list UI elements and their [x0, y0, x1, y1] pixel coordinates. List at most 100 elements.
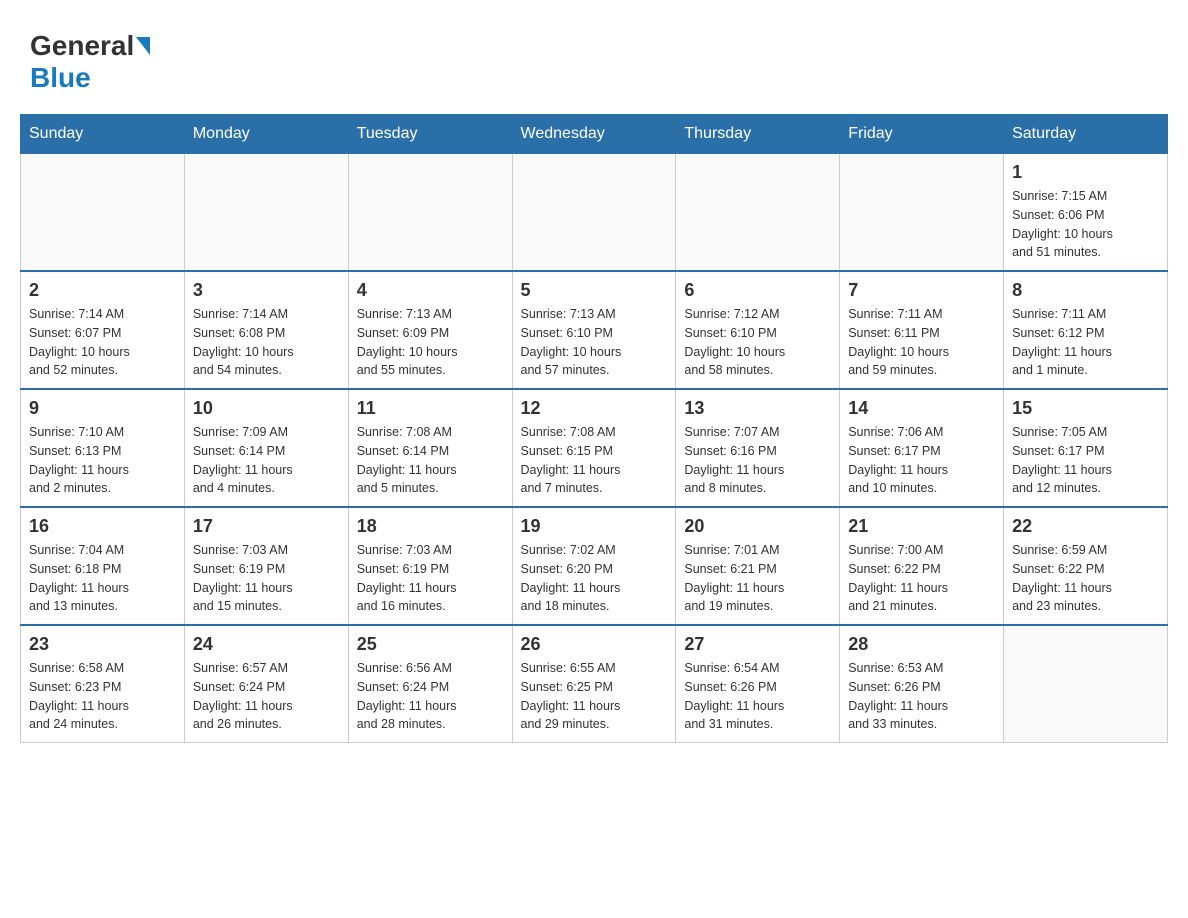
- day-header-wednesday: Wednesday: [512, 115, 676, 154]
- day-number: 28: [848, 634, 995, 655]
- day-info: Sunrise: 6:57 AMSunset: 6:24 PMDaylight:…: [193, 659, 340, 734]
- calendar-cell: [21, 154, 185, 272]
- calendar-cell: [512, 154, 676, 272]
- calendar-cell: 16 Sunrise: 7:04 AMSunset: 6:18 PMDayligh…: [21, 507, 185, 625]
- calendar-cell: 20 Sunrise: 7:01 AMSunset: 6:21 PMDayligh…: [676, 507, 840, 625]
- calendar-cell: 28 Sunrise: 6:53 AMSunset: 6:26 PMDayligh…: [840, 625, 1004, 743]
- day-info: Sunrise: 7:10 AMSunset: 6:13 PMDaylight:…: [29, 423, 176, 498]
- calendar-cell: 13 Sunrise: 7:07 AMSunset: 6:16 PMDayligh…: [676, 389, 840, 507]
- calendar-cell: 8 Sunrise: 7:11 AMSunset: 6:12 PMDaylight…: [1004, 271, 1168, 389]
- day-number: 21: [848, 516, 995, 537]
- calendar-cell: 14Sunrise: 7:06 AMSunset: 6:17 PMDayligh…: [840, 389, 1004, 507]
- day-info: Sunrise: 7:00 AMSunset: 6:22 PMDaylight:…: [848, 541, 995, 616]
- day-number: 14: [848, 398, 995, 419]
- calendar-cell: 19 Sunrise: 7:02 AMSunset: 6:20 PMDayligh…: [512, 507, 676, 625]
- calendar-cell: 7Sunrise: 7:11 AMSunset: 6:11 PMDaylight…: [840, 271, 1004, 389]
- calendar-week-5: 23 Sunrise: 6:58 AMSunset: 6:23 PMDayligh…: [21, 625, 1168, 743]
- day-header-monday: Monday: [184, 115, 348, 154]
- day-number: 26: [521, 634, 668, 655]
- calendar-cell: 6 Sunrise: 7:12 AMSunset: 6:10 PMDaylight…: [676, 271, 840, 389]
- calendar-cell: [184, 154, 348, 272]
- day-info: Sunrise: 6:58 AMSunset: 6:23 PMDaylight:…: [29, 659, 176, 734]
- calendar-cell: 1 Sunrise: 7:15 AMSunset: 6:06 PMDaylight…: [1004, 154, 1168, 272]
- day-number: 11: [357, 398, 504, 419]
- day-info: Sunrise: 7:12 AMSunset: 6:10 PMDaylight:…: [684, 305, 831, 380]
- day-header-sunday: Sunday: [21, 115, 185, 154]
- day-info: Sunrise: 7:13 AMSunset: 6:09 PMDaylight:…: [357, 305, 504, 380]
- calendar-cell: 23 Sunrise: 6:58 AMSunset: 6:23 PMDayligh…: [21, 625, 185, 743]
- day-info: Sunrise: 7:08 AMSunset: 6:15 PMDaylight:…: [521, 423, 668, 498]
- day-number: 6: [684, 280, 831, 301]
- day-info: Sunrise: 6:59 AMSunset: 6:22 PMDaylight:…: [1012, 541, 1159, 616]
- day-info: Sunrise: 7:04 AMSunset: 6:18 PMDaylight:…: [29, 541, 176, 616]
- day-info: Sunrise: 7:14 AMSunset: 6:08 PMDaylight:…: [193, 305, 340, 380]
- day-number: 15: [1012, 398, 1159, 419]
- day-number: 24: [193, 634, 340, 655]
- calendar-table: SundayMondayTuesdayWednesdayThursdayFrid…: [20, 114, 1168, 743]
- day-info: Sunrise: 6:53 AMSunset: 6:26 PMDaylight:…: [848, 659, 995, 734]
- calendar-cell: 25Sunrise: 6:56 AMSunset: 6:24 PMDayligh…: [348, 625, 512, 743]
- calendar-week-2: 2 Sunrise: 7:14 AMSunset: 6:07 PMDaylight…: [21, 271, 1168, 389]
- day-number: 4: [357, 280, 504, 301]
- calendar-cell: 2 Sunrise: 7:14 AMSunset: 6:07 PMDaylight…: [21, 271, 185, 389]
- calendar-cell: 12 Sunrise: 7:08 AMSunset: 6:15 PMDayligh…: [512, 389, 676, 507]
- calendar-week-1: 1 Sunrise: 7:15 AMSunset: 6:06 PMDaylight…: [21, 154, 1168, 272]
- calendar-cell: 3 Sunrise: 7:14 AMSunset: 6:08 PMDaylight…: [184, 271, 348, 389]
- day-info: Sunrise: 7:14 AMSunset: 6:07 PMDaylight:…: [29, 305, 176, 380]
- day-info: Sunrise: 7:02 AMSunset: 6:20 PMDaylight:…: [521, 541, 668, 616]
- calendar-cell: [1004, 625, 1168, 743]
- day-info: Sunrise: 7:07 AMSunset: 6:16 PMDaylight:…: [684, 423, 831, 498]
- logo: General Blue: [30, 30, 152, 94]
- day-number: 16: [29, 516, 176, 537]
- calendar-cell: [840, 154, 1004, 272]
- day-number: 9: [29, 398, 176, 419]
- calendar-cell: 24 Sunrise: 6:57 AMSunset: 6:24 PMDayligh…: [184, 625, 348, 743]
- day-number: 19: [521, 516, 668, 537]
- calendar-cell: 4 Sunrise: 7:13 AMSunset: 6:09 PMDaylight…: [348, 271, 512, 389]
- day-number: 18: [357, 516, 504, 537]
- logo-general-text: General: [30, 30, 134, 62]
- days-header-row: SundayMondayTuesdayWednesdayThursdayFrid…: [21, 115, 1168, 154]
- day-info: Sunrise: 7:03 AMSunset: 6:19 PMDaylight:…: [357, 541, 504, 616]
- day-number: 13: [684, 398, 831, 419]
- day-info: Sunrise: 7:09 AMSunset: 6:14 PMDaylight:…: [193, 423, 340, 498]
- day-number: 2: [29, 280, 176, 301]
- day-info: Sunrise: 7:01 AMSunset: 6:21 PMDaylight:…: [684, 541, 831, 616]
- day-number: 10: [193, 398, 340, 419]
- day-number: 1: [1012, 162, 1159, 183]
- day-info: Sunrise: 7:05 AMSunset: 6:17 PMDaylight:…: [1012, 423, 1159, 498]
- day-info: Sunrise: 7:08 AMSunset: 6:14 PMDaylight:…: [357, 423, 504, 498]
- day-info: Sunrise: 7:15 AMSunset: 6:06 PMDaylight:…: [1012, 187, 1159, 262]
- day-number: 23: [29, 634, 176, 655]
- day-header-saturday: Saturday: [1004, 115, 1168, 154]
- day-number: 27: [684, 634, 831, 655]
- calendar-cell: 15 Sunrise: 7:05 AMSunset: 6:17 PMDayligh…: [1004, 389, 1168, 507]
- calendar-cell: 10 Sunrise: 7:09 AMSunset: 6:14 PMDayligh…: [184, 389, 348, 507]
- day-info: Sunrise: 6:54 AMSunset: 6:26 PMDaylight:…: [684, 659, 831, 734]
- day-number: 12: [521, 398, 668, 419]
- calendar-cell: [676, 154, 840, 272]
- calendar-week-3: 9 Sunrise: 7:10 AMSunset: 6:13 PMDaylight…: [21, 389, 1168, 507]
- day-number: 20: [684, 516, 831, 537]
- calendar-cell: 26 Sunrise: 6:55 AMSunset: 6:25 PMDayligh…: [512, 625, 676, 743]
- calendar-cell: 22 Sunrise: 6:59 AMSunset: 6:22 PMDayligh…: [1004, 507, 1168, 625]
- day-info: Sunrise: 6:55 AMSunset: 6:25 PMDaylight:…: [521, 659, 668, 734]
- calendar-cell: 18 Sunrise: 7:03 AMSunset: 6:19 PMDayligh…: [348, 507, 512, 625]
- day-info: Sunrise: 6:56 AMSunset: 6:24 PMDaylight:…: [357, 659, 504, 734]
- day-number: 17: [193, 516, 340, 537]
- day-number: 22: [1012, 516, 1159, 537]
- day-number: 3: [193, 280, 340, 301]
- day-number: 8: [1012, 280, 1159, 301]
- calendar-cell: 11 Sunrise: 7:08 AMSunset: 6:14 PMDayligh…: [348, 389, 512, 507]
- logo-blue-text: Blue: [30, 62, 91, 93]
- day-header-thursday: Thursday: [676, 115, 840, 154]
- logo-triangle-icon: [136, 37, 150, 55]
- day-info: Sunrise: 7:11 AMSunset: 6:11 PMDaylight:…: [848, 305, 995, 380]
- day-info: Sunrise: 7:13 AMSunset: 6:10 PMDaylight:…: [521, 305, 668, 380]
- day-info: Sunrise: 7:11 AMSunset: 6:12 PMDaylight:…: [1012, 305, 1159, 380]
- calendar-cell: 5 Sunrise: 7:13 AMSunset: 6:10 PMDaylight…: [512, 271, 676, 389]
- day-header-tuesday: Tuesday: [348, 115, 512, 154]
- day-number: 5: [521, 280, 668, 301]
- calendar-cell: 17Sunrise: 7:03 AMSunset: 6:19 PMDayligh…: [184, 507, 348, 625]
- page-header: General Blue: [20, 20, 1168, 94]
